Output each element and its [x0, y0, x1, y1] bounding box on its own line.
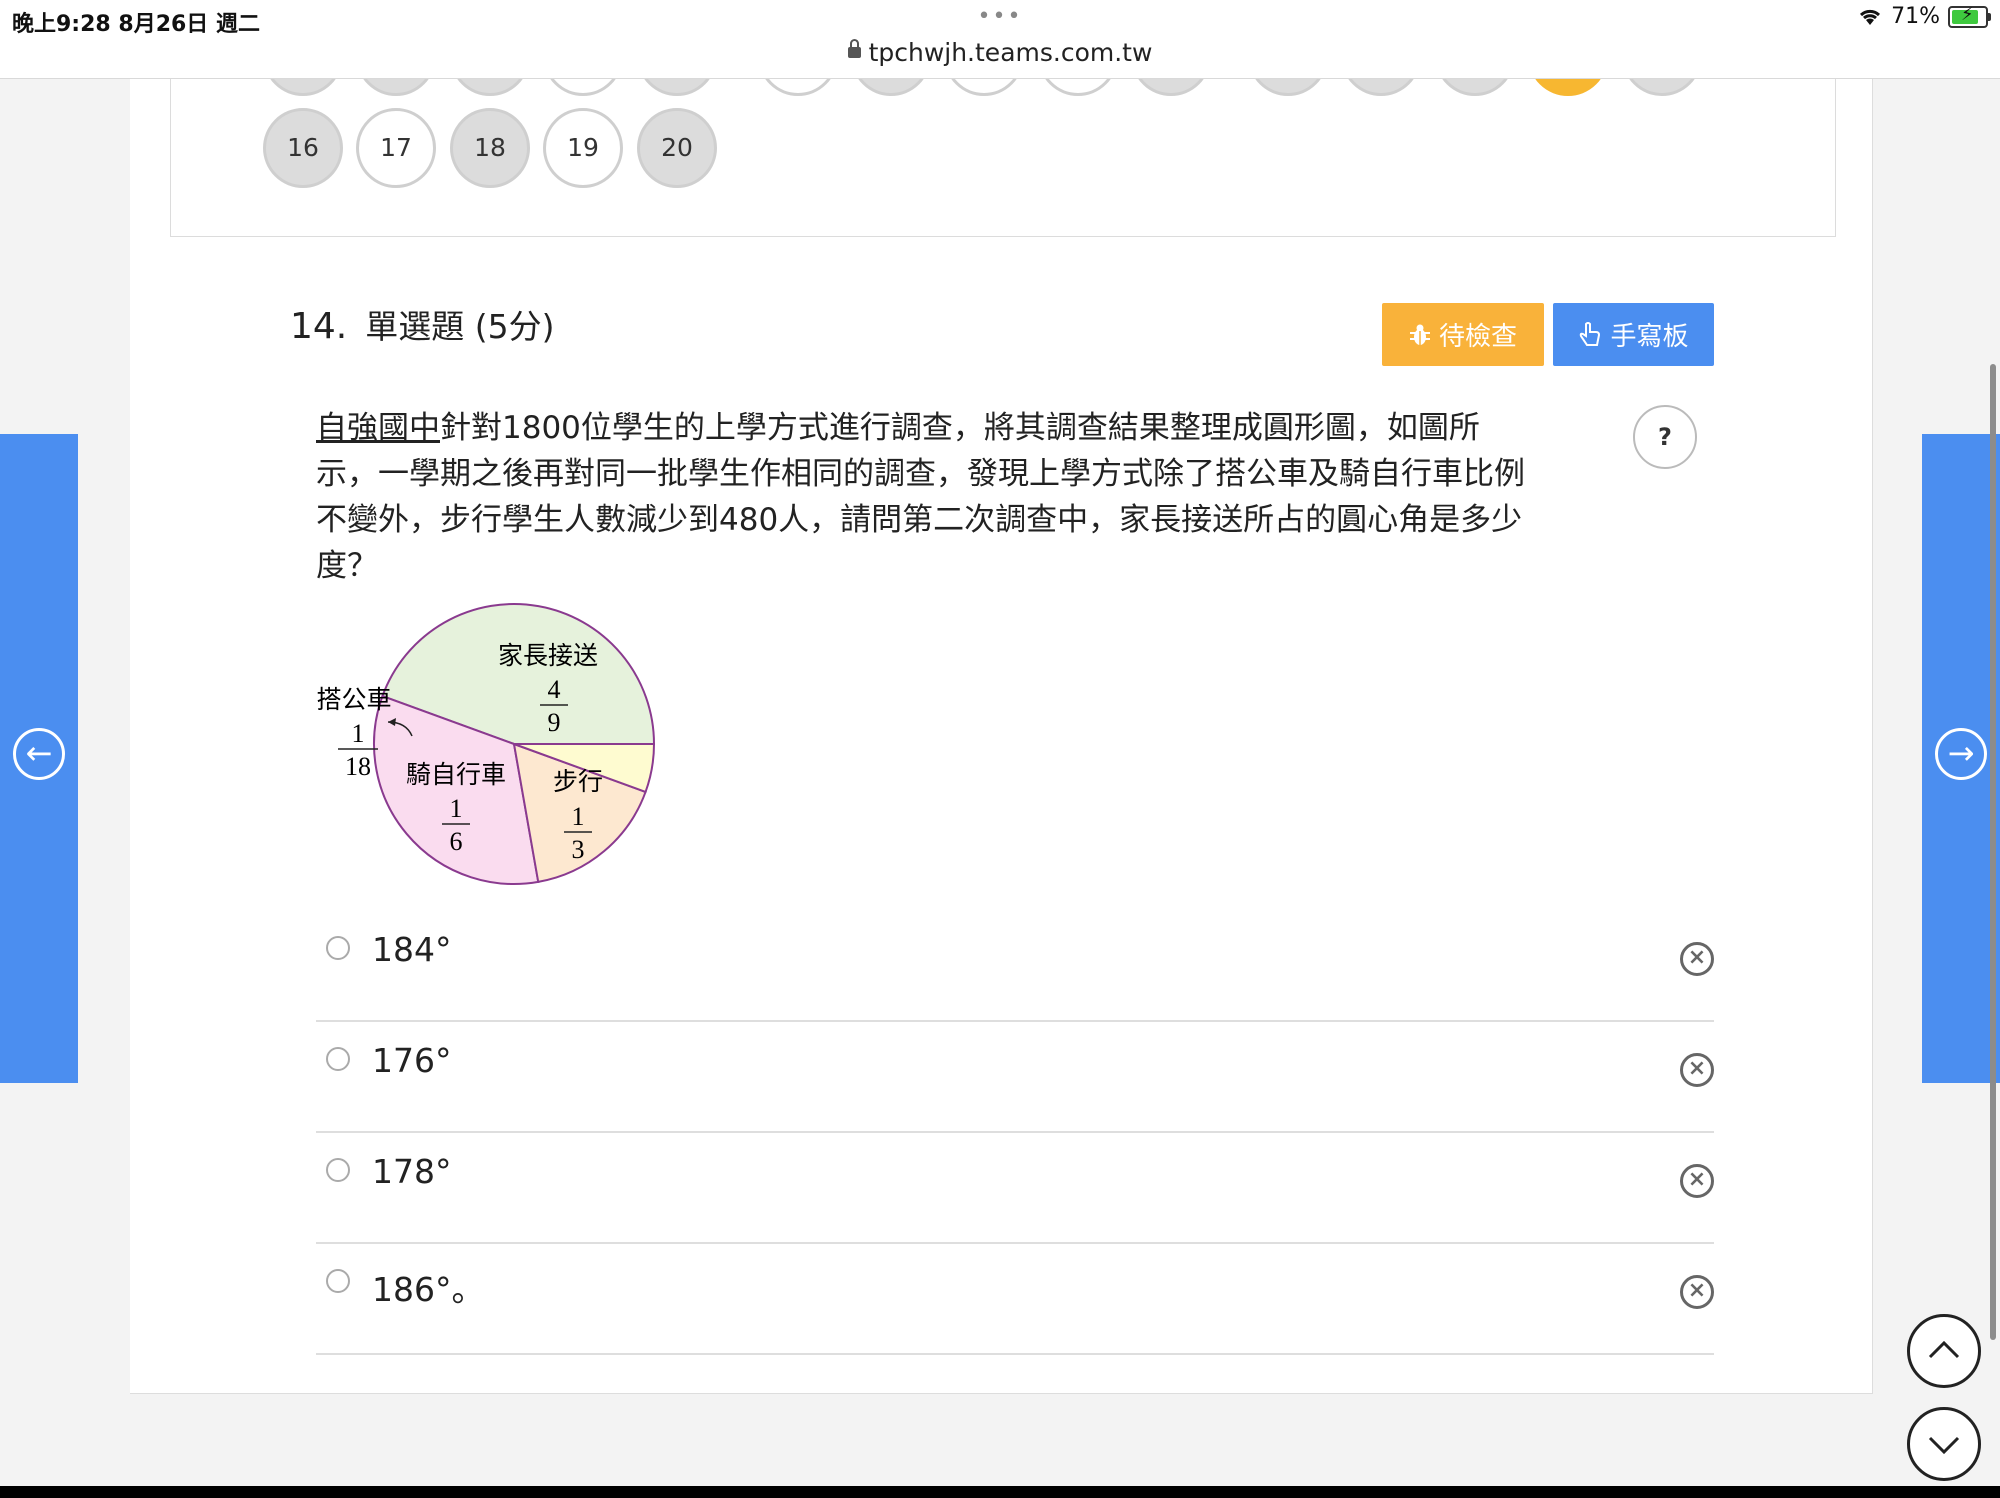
answer-option-label: 184° — [372, 930, 452, 969]
question-nav-item-20[interactable]: 20 — [637, 108, 717, 188]
question-nav-item-17[interactable]: 17 — [356, 108, 436, 188]
question-text-line-3: 不變外，步行學生人數減少到480人，請問第二次調查中，家長接送所占的圓心角是多少 — [316, 502, 1523, 538]
question-text-line-1: 針對1800位學生的上學方式進行調查，將其調查結果整理成圓形圖，如圖所 — [440, 410, 1480, 446]
radio-button[interactable] — [326, 936, 350, 960]
pie-num-bus: 1 — [352, 719, 365, 748]
question-nav-item-19[interactable]: 19 — [543, 108, 623, 188]
question-text-line-4: 度？ — [316, 548, 378, 584]
wifi-icon — [1860, 9, 1881, 25]
pie-label-bus: 搭公車 — [316, 685, 391, 714]
pie-label-parent: 家長接送 — [498, 641, 598, 670]
bottom-bar — [0, 1486, 2000, 1498]
pie-den-parent: 9 — [548, 708, 561, 737]
scroll-up-button[interactable] — [1907, 1314, 1981, 1388]
multitask-dots-icon[interactable]: ••• — [0, 4, 2000, 29]
eliminate-option-icon[interactable]: × — [1680, 1053, 1714, 1087]
chevron-up-icon — [1928, 1340, 1960, 1359]
question-text-line-2: 示，一學期之後再對同一批學生作相同的調查，發現上學方式除了搭公車及騎自行車比例 — [316, 456, 1525, 492]
radio-button[interactable] — [326, 1158, 350, 1182]
pointer-hand-icon — [1580, 321, 1601, 346]
url-text: tpchwjh.teams.com.tw — [868, 38, 1153, 67]
bug-icon — [1409, 324, 1430, 345]
answer-option[interactable]: 186°。 × — [316, 1243, 1714, 1355]
pie-num-walk: 1 — [572, 802, 585, 831]
answer-option[interactable]: 178° × — [316, 1132, 1714, 1244]
question-header: 14. 單選題 (5分) — [290, 300, 555, 348]
question-number: 14. — [290, 306, 348, 347]
school-name: 自強國中 — [316, 410, 440, 446]
pie-chart: 家長接送 4 9 步行 1 3 騎自行車 1 6 搭公車 1 18 — [316, 603, 656, 885]
question-type: 單選題 (5分) — [365, 307, 555, 346]
lock-icon — [847, 38, 861, 58]
pie-num-bike: 1 — [450, 794, 463, 823]
answer-option[interactable]: 176° × — [316, 1021, 1714, 1133]
scrollbar[interactable] — [1990, 364, 1996, 1340]
eliminate-option-icon[interactable]: × — [1680, 942, 1714, 976]
pie-den-bus: 18 — [345, 752, 371, 781]
pie-num-parent: 4 — [548, 675, 561, 704]
pie-label-bike: 騎自行車 — [406, 760, 506, 789]
pie-label-walk: 步行 — [553, 767, 603, 796]
answer-option-label: 176° — [372, 1041, 452, 1080]
question-nav-item-18[interactable]: 18 — [450, 108, 530, 188]
address-bar[interactable]: tpchwjh.teams.com.tw — [0, 38, 2000, 67]
handwriting-pad-button[interactable]: 手寫板 — [1553, 303, 1714, 366]
question-navigator: 16 17 18 19 20 — [170, 16, 1836, 237]
previous-question-panel[interactable]: ← — [0, 434, 78, 1083]
status-bar: 晚上9:28 8月26日 週二 ••• tpchwjh.teams.com.tw… — [0, 0, 2000, 79]
chevron-down-icon — [1928, 1436, 1960, 1455]
handwriting-pad-label: 手寫板 — [1610, 322, 1689, 352]
arrow-right-icon[interactable]: → — [1935, 728, 1987, 780]
help-button[interactable]: ? — [1633, 405, 1697, 469]
pie-den-walk: 3 — [572, 835, 585, 864]
question-nav-item-16[interactable]: 16 — [263, 108, 343, 188]
mark-pending-button[interactable]: 待檢查 — [1382, 303, 1544, 366]
mark-pending-label: 待檢查 — [1438, 322, 1517, 352]
battery-percent: 71% — [1891, 4, 1940, 29]
answer-option[interactable]: 184° × — [316, 910, 1714, 1022]
pie-den-bike: 6 — [450, 827, 463, 856]
arrow-left-icon[interactable]: ← — [13, 728, 65, 780]
eliminate-option-icon[interactable]: × — [1680, 1275, 1714, 1309]
answer-option-label: 178° — [372, 1152, 452, 1191]
battery-icon: ⚡ — [1948, 4, 1991, 28]
eliminate-option-icon[interactable]: × — [1680, 1164, 1714, 1198]
next-question-panel[interactable]: → — [1922, 434, 2000, 1083]
status-right: 71% ⚡ — [1857, 4, 1991, 29]
answer-option-label: 186°。 — [372, 1270, 485, 1309]
question-text: 自強國中針對1800位學生的上學方式進行調查，將其調查結果整理成圓形圖，如圖所 … — [316, 405, 1616, 589]
scroll-down-button[interactable] — [1907, 1407, 1981, 1481]
radio-button[interactable] — [326, 1269, 350, 1293]
radio-button[interactable] — [326, 1047, 350, 1071]
